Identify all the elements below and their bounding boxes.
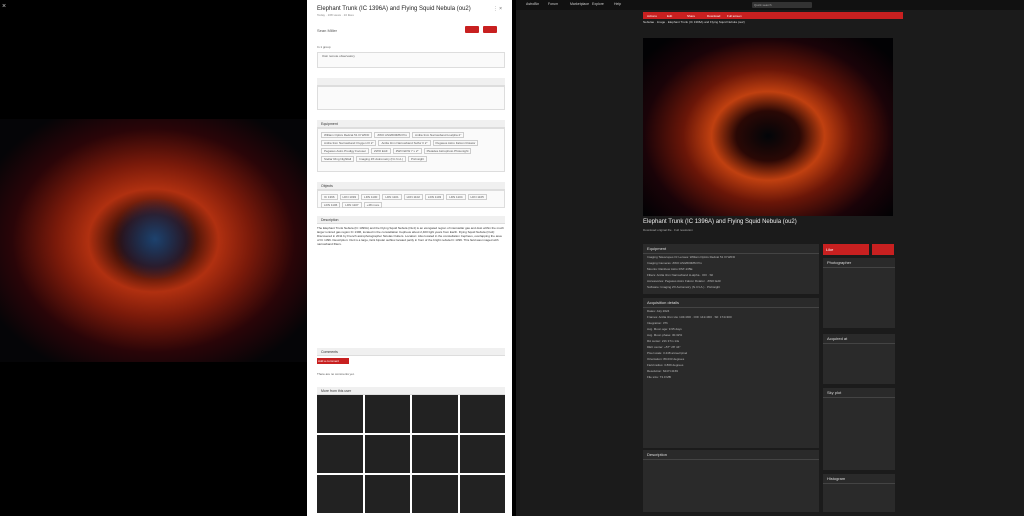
comments-header: Comments — [317, 348, 505, 356]
observatory-box: Own remote observatory — [317, 52, 505, 68]
nav-item[interactable]: Forum — [548, 2, 558, 6]
equipment-card: Equipment Imaging Telescopes Or Lenses: … — [643, 244, 819, 294]
equipment-chip[interactable]: Stellar Ring Nightfall — [321, 156, 355, 162]
nav-item[interactable]: Help — [614, 2, 621, 6]
equipment-chip[interactable]: PixInsight — [408, 156, 428, 162]
thumbnail[interactable] — [412, 395, 458, 433]
download-link[interactable]: Download original file · Full resolution — [643, 228, 693, 232]
user-name[interactable]: Sean Miller — [317, 28, 337, 33]
equipment-chip[interactable]: Pegasus Astro Prodigy Focuser — [321, 148, 370, 154]
main-image[interactable] — [643, 38, 893, 216]
no-comments: There are no comments yet. — [317, 372, 355, 376]
toolbar-item[interactable]: Actions — [647, 14, 657, 18]
equipment-chip[interactable]: William Optics Redcat 51 III WIFD — [321, 132, 373, 138]
panel-tools[interactable]: ⋮ × — [493, 6, 502, 12]
object-chip[interactable]: +48 more — [363, 202, 383, 208]
thumbnail[interactable] — [317, 395, 363, 433]
equipment-header: Equipment — [317, 120, 505, 128]
equipment-chip[interactable]: Pegasus Astro Falcon Rotator — [432, 140, 479, 146]
object-chip[interactable]: LDN 1101 — [382, 194, 402, 200]
thumbnail[interactable] — [364, 475, 410, 513]
nav-item[interactable]: Explore — [592, 2, 604, 6]
bookmark-button[interactable] — [483, 26, 497, 33]
more-header: More from this user — [317, 387, 505, 395]
description-card-header: Description — [643, 450, 819, 460]
thumbnail[interactable] — [364, 395, 410, 433]
bookmark-icon[interactable] — [872, 244, 894, 255]
object-chip[interactable]: LDN 1105 — [467, 194, 487, 200]
equipment-box: William Optics Redcat 51 III WIFD ZWO ASI… — [317, 128, 505, 172]
observatory-label: Own remote observatory — [322, 54, 355, 58]
objects-header: Objects — [317, 182, 505, 190]
acquired-at-card: Acquired at — [823, 334, 895, 384]
sky-plot-header: Sky plot — [823, 388, 895, 398]
equipment-chip[interactable]: Pleiades Astrophoto Photonight — [423, 148, 472, 154]
close-icon[interactable]: × — [2, 3, 6, 10]
object-chip[interactable]: LDN 1093 — [339, 194, 360, 200]
thumbnail[interactable] — [412, 475, 458, 513]
thumbnail[interactable] — [364, 435, 410, 473]
thumbnail[interactable] — [317, 475, 363, 513]
add-comment-button[interactable]: Add a comment — [317, 358, 349, 364]
object-chip[interactable]: LDN 1107 — [342, 202, 362, 208]
file-size: File size: 73.0 MB — [647, 375, 671, 379]
description-card: Description — [643, 450, 819, 512]
integration-box — [317, 86, 505, 110]
equipment-chip[interactable]: Imaging ZX Astrometry (N.I.N.A.) — [356, 156, 407, 162]
image-title: Elephant Trunk (IC 1396A) and Flying Squ… — [643, 219, 797, 225]
fullscreen-viewer: × — [0, 0, 307, 516]
photographer-card: Photographer — [823, 258, 895, 328]
toolbar-item[interactable]: Edit — [667, 14, 672, 18]
panel-title: Elephant Trunk (IC 1396A) and Flying Squ… — [317, 6, 471, 12]
thumbnail[interactable] — [412, 435, 458, 473]
histogram-card: Histogram — [823, 474, 895, 512]
toolbar-item[interactable]: Full screen — [727, 14, 742, 18]
equipment-chip[interactable]: ZWO EFW 7 x 2" — [392, 148, 422, 154]
acquisition-card-header: Acquisition details — [643, 298, 819, 308]
equipment-chip[interactable]: ZWO ASI2600MM Pro — [374, 132, 411, 138]
photographer-header: Photographer — [823, 258, 895, 268]
toolbar-item[interactable]: Share — [687, 14, 695, 18]
object-chip[interactable]: LDN 1106 — [321, 202, 341, 208]
thumbnail[interactable] — [459, 395, 505, 433]
panel-meta: Today · 168 views · 10 likes — [317, 13, 354, 17]
histogram-header: Histogram — [823, 474, 895, 484]
description-text: The Elephant Trunk Nebula (IC 1396A) and… — [317, 226, 504, 246]
equipment-chip[interactable]: ZWO EAF — [371, 148, 391, 154]
equipment-card-header: Equipment — [643, 244, 819, 254]
nav-item[interactable]: AstroBin — [526, 2, 539, 6]
object-chip[interactable]: IC 1396 — [321, 194, 338, 200]
image-toolbar: Actions Edit Share Download Full screen — [643, 12, 903, 19]
objects-box: IC 1396 LDN 1093 LDN 1100 LDN 1101 LDN 1102 L… — [317, 190, 505, 208]
group-label[interactable]: In 1 group — [317, 45, 331, 49]
thumbnail[interactable] — [459, 475, 505, 513]
equipment-chip[interactable]: Antlia 3nm Narrowband Sulfur II 2" — [378, 140, 431, 146]
site-like-button[interactable]: Like — [823, 244, 869, 255]
more-thumbnails — [317, 395, 505, 513]
nebula-core — [110, 199, 200, 279]
object-chip[interactable]: LDN 1103 — [424, 194, 445, 200]
search-input[interactable]: Quick search — [752, 2, 812, 8]
equipment-chip[interactable]: Antlia 3nm Narrowband Oxygen III 2" — [321, 140, 377, 146]
image-info-panel: Elephant Trunk (IC 1396A) and Flying Squ… — [307, 0, 512, 516]
acquired-at-header: Acquired at — [823, 334, 895, 344]
equipment-chip[interactable]: Antlia 3nm Narrowband H-alpha 2" — [412, 132, 465, 138]
object-chip[interactable]: LDN 1102 — [403, 194, 423, 200]
like-button[interactable] — [465, 26, 479, 33]
integration-header — [317, 78, 505, 86]
thumbnail[interactable] — [317, 435, 363, 473]
nebula-image[interactable] — [0, 119, 307, 362]
equipment-row: Software: Imaging ZX Astrometry (N.I.N.A… — [647, 285, 721, 289]
description-header: Description — [317, 216, 505, 224]
acquisition-card: Acquisition details Dates: July 2024 Fram… — [643, 298, 819, 448]
breadcrumb[interactable]: Nebulae · Image · Elephant Trunk (IC 139… — [643, 20, 745, 24]
nav-item[interactable]: Marketplace — [570, 2, 589, 6]
toolbar-item[interactable]: Download — [707, 14, 720, 18]
object-chip[interactable]: LDN 1100 — [361, 194, 381, 200]
thumbnail[interactable] — [459, 435, 505, 473]
sky-plot-card: Sky plot — [823, 388, 895, 470]
object-chip[interactable]: LDN 1104 — [446, 194, 466, 200]
astrobin-page: AstroBin Forum Marketplace Explore Help Quic… — [516, 0, 1024, 516]
